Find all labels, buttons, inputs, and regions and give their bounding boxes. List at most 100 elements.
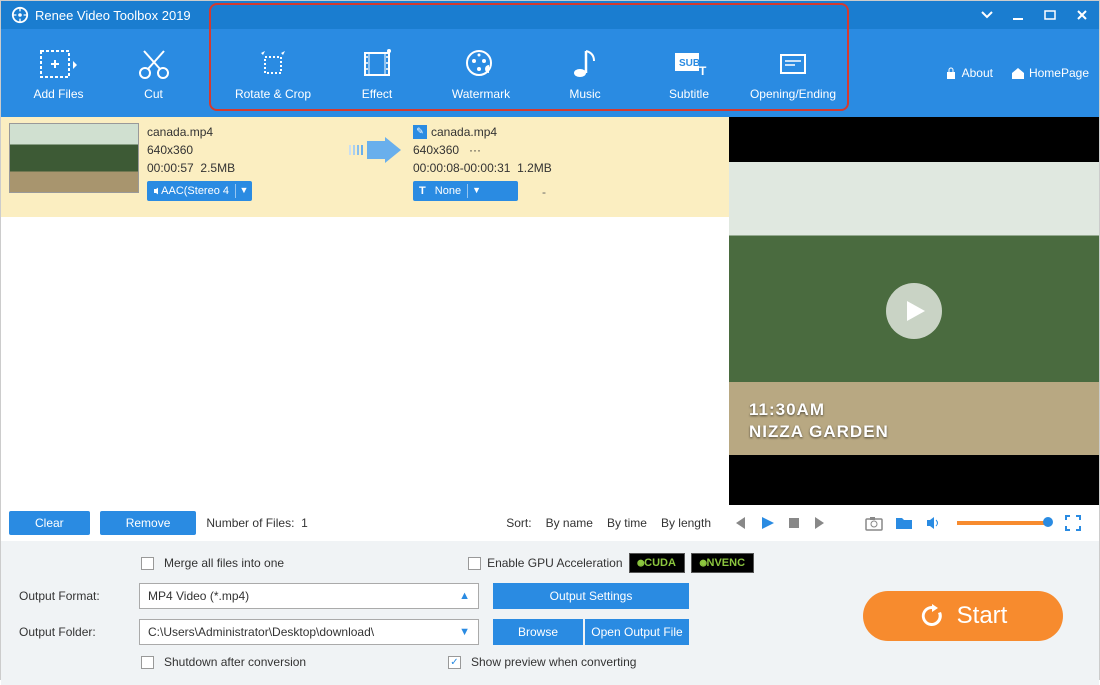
volume-icon[interactable] [925,515,941,531]
dropdown-icon[interactable] [981,11,993,19]
sort-label: Sort: [506,516,531,530]
volume-slider[interactable] [957,521,1049,525]
edit-badge-icon: ✎ [413,125,427,139]
play-icon [901,298,927,324]
lock-icon [944,66,958,80]
start-button[interactable]: Start [863,591,1063,641]
preview-overlay-text: 11:30AM NIZZA GARDEN [749,399,889,443]
preview-checkbox[interactable] [448,656,461,669]
music-label: Music [569,87,600,101]
effect-label: Effect [362,87,392,101]
home-icon [1011,66,1025,80]
watermark-icon [463,47,499,81]
open-folder-icon[interactable] [895,515,913,531]
merge-label: Merge all files into one [164,556,284,570]
add-files-label: Add Files [33,87,83,101]
file-thumbnail [9,123,139,193]
about-button[interactable]: About [944,66,993,80]
browse-button[interactable]: Browse [493,619,583,645]
src-duration: 00:00:57 [147,161,194,175]
subtitle-button[interactable]: SUBT Subtitle [637,45,741,101]
effect-button[interactable]: Effect [325,45,429,101]
output-folder-label: Output Folder: [19,625,139,639]
watermark-label: Watermark [452,87,510,101]
about-label: About [962,66,993,80]
close-icon[interactable] [1075,8,1089,22]
music-button[interactable]: Music [533,45,637,101]
file-row[interactable]: canada.mp4 640x360 00:00:57 2.5MB AAC(St… [1,117,729,217]
fullscreen-icon[interactable] [1065,515,1081,531]
clear-button[interactable]: Clear [9,511,90,535]
file-count-label: Number of Files: 1 [206,516,307,530]
dst-range: 00:00:08-00:00:31 [413,161,510,175]
sort-by-length[interactable]: By length [661,516,711,530]
preview-panel: 11:30AM NIZZA GARDEN [729,117,1099,505]
speaker-icon [153,186,158,196]
preview-label: Show preview when converting [471,655,636,669]
merge-checkbox[interactable] [141,557,154,570]
snapshot-icon[interactable] [865,515,883,531]
cut-label: Cut [144,87,163,101]
start-label: Start [957,602,1008,630]
dst-size: 1.2MB [517,161,552,175]
app-title: Renee Video Toolbox 2019 [35,8,191,23]
homepage-label: HomePage [1029,66,1089,80]
content-area: canada.mp4 640x360 00:00:57 2.5MB AAC(St… [1,117,1099,505]
cut-button[interactable]: Cut [106,45,201,101]
src-resolution: 640x360 [147,141,337,159]
gpu-checkbox[interactable] [468,557,481,570]
file-list: canada.mp4 640x360 00:00:57 2.5MB AAC(St… [1,117,729,505]
rotate-crop-icon [255,47,291,81]
scissors-icon [136,47,172,81]
remove-button[interactable]: Remove [100,511,197,535]
opening-ending-label: Opening/Ending [750,87,836,101]
add-files-button[interactable]: Add Files [11,45,106,101]
music-note-icon [567,47,603,81]
source-info: canada.mp4 640x360 00:00:57 2.5MB AAC(St… [147,123,337,201]
sort-options: Sort: By name By time By length [506,516,711,530]
next-track-icon[interactable] [813,515,829,531]
output-folder-select[interactable]: C:\Users\Administrator\Desktop\download\… [139,619,479,645]
player-controls [721,515,1091,531]
minimize-icon[interactable] [1011,8,1025,22]
dst-resolution: 640x360 [413,143,459,157]
sort-by-name[interactable]: By name [546,516,593,530]
control-strip: Clear Remove Number of Files: 1 Sort: By… [1,505,1099,541]
rotate-crop-button[interactable]: Rotate & Crop [221,45,325,101]
watermark-button[interactable]: Watermark [429,45,533,101]
maximize-icon[interactable] [1043,8,1057,22]
subtitle-icon: SUBT [671,47,707,81]
film-icon [359,47,395,81]
gpu-label: Enable GPU Acceleration [487,556,622,570]
subtitle-label: Subtitle [669,87,709,101]
output-settings-button[interactable]: Output Settings [493,583,689,609]
open-output-button[interactable]: Open Output File [585,619,689,645]
play-overlay-button[interactable] [886,283,942,339]
svg-text:T: T [699,64,707,78]
cuda-badge: ◉ CUDA [629,553,685,573]
add-files-icon [37,47,81,81]
subtitle-track-dropdown[interactable]: T None ▼ [413,181,518,201]
stop-icon[interactable] [787,516,801,530]
output-format-select[interactable]: MP4 Video (*.mp4)▲ [139,583,479,609]
destination-info: ✎ canada.mp4 640x360 ··· 00:00:08-00:00:… [413,123,721,201]
shutdown-checkbox[interactable] [141,656,154,669]
audio-codec-dropdown[interactable]: AAC(Stereo 4 ▼ [147,181,252,201]
rotate-crop-label: Rotate & Crop [235,87,311,101]
homepage-button[interactable]: HomePage [1011,66,1089,80]
prev-track-icon[interactable] [731,515,747,531]
refresh-icon [919,603,945,629]
sort-by-time[interactable]: By time [607,516,647,530]
svg-text:SUB: SUB [679,58,700,69]
app-logo-icon [11,6,29,24]
output-format-label: Output Format: [19,589,139,603]
opening-ending-button[interactable]: Opening/Ending [741,45,845,101]
nvenc-badge: ◉ NVENC [691,553,754,573]
opening-ending-icon [775,47,811,81]
main-toolbar: Add Files Cut Rotate & Crop Effect Water… [1,29,1099,117]
bottom-panel: Merge all files into one Enable GPU Acce… [1,541,1099,685]
play-button-icon[interactable] [759,515,775,531]
src-filename: canada.mp4 [147,123,337,141]
src-size: 2.5MB [200,161,235,175]
shutdown-label: Shutdown after conversion [164,655,444,669]
